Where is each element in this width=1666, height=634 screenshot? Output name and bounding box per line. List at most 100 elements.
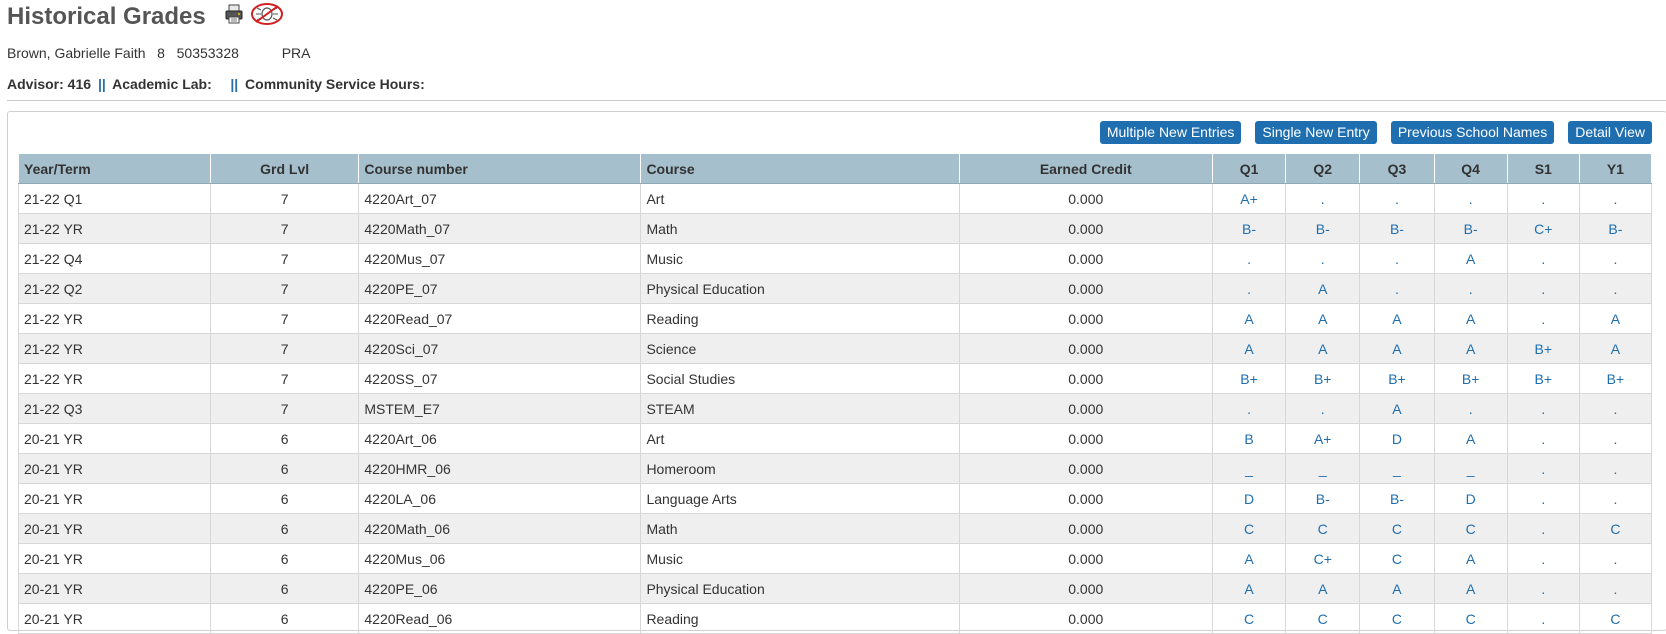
q2-grade-link[interactable]: A [1285, 333, 1361, 364]
q4-grade-link[interactable]: C [1433, 513, 1508, 544]
q2-grade-link[interactable]: . [1285, 243, 1361, 274]
q2-grade-link[interactable]: B- [1285, 213, 1361, 244]
q2-grade-link[interactable]: B- [1285, 483, 1361, 514]
y1-grade-link[interactable]: . [1578, 243, 1653, 274]
q4-grade-link[interactable]: B- [1433, 213, 1508, 244]
q1-grade-link[interactable]: B- [1211, 213, 1287, 244]
q4-grade-link[interactable]: D [1433, 483, 1508, 514]
q4-grade-link[interactable]: . [1433, 183, 1508, 214]
q3-grade-link[interactable]: C [1359, 603, 1435, 634]
single-new-entry-button[interactable]: Single New Entry [1255, 121, 1377, 144]
column-header-grade-level[interactable]: Grd Lvl [209, 153, 360, 184]
q3-grade-link[interactable]: _ [1359, 453, 1435, 484]
y1-grade-link[interactable]: . [1578, 183, 1653, 214]
q1-grade-link[interactable]: D [1211, 483, 1287, 514]
s1-grade-link[interactable]: . [1506, 243, 1580, 274]
y1-grade-link[interactable]: B- [1578, 213, 1653, 244]
q2-grade-link[interactable]: B+ [1285, 363, 1361, 394]
y1-grade-link[interactable]: . [1578, 453, 1653, 484]
y1-grade-link[interactable]: C [1578, 513, 1653, 544]
s1-grade-link[interactable]: . [1506, 423, 1580, 454]
q3-grade-link[interactable]: A [1359, 303, 1435, 334]
column-header-year-term[interactable]: Year/Term [18, 153, 211, 184]
q3-grade-link[interactable]: C [1359, 513, 1435, 544]
y1-grade-link[interactable]: . [1578, 573, 1653, 604]
q3-grade-link[interactable]: . [1359, 183, 1435, 214]
multiple-new-entries-button[interactable]: Multiple New Entries [1099, 121, 1242, 144]
column-header-course-number[interactable]: Course number [358, 153, 642, 184]
q3-grade-link[interactable]: C [1359, 543, 1435, 574]
q1-grade-link[interactable]: C [1211, 603, 1287, 634]
q1-grade-link[interactable]: _ [1211, 453, 1287, 484]
q4-grade-link[interactable]: A [1433, 543, 1508, 574]
column-header-q3[interactable]: Q3 [1359, 153, 1435, 184]
q4-grade-link[interactable]: A [1433, 423, 1508, 454]
column-header-q4[interactable]: Q4 [1433, 153, 1508, 184]
q1-grade-link[interactable]: A [1211, 573, 1287, 604]
q1-grade-link[interactable]: A [1211, 333, 1287, 364]
column-header-s1[interactable]: S1 [1506, 153, 1580, 184]
q3-grade-link[interactable]: B- [1359, 483, 1435, 514]
q3-grade-link[interactable]: B+ [1359, 363, 1435, 394]
q1-grade-link[interactable]: B [1211, 423, 1287, 454]
s1-grade-link[interactable]: B+ [1506, 333, 1580, 364]
detail-view-button[interactable]: Detail View [1568, 121, 1652, 144]
no-bug-icon[interactable] [250, 2, 284, 31]
s1-grade-link[interactable]: . [1506, 303, 1580, 334]
column-header-y1[interactable]: Y1 [1578, 153, 1653, 184]
y1-grade-link[interactable]: A [1578, 333, 1653, 364]
y1-grade-link[interactable]: . [1578, 393, 1653, 424]
s1-grade-link[interactable]: . [1506, 483, 1580, 514]
q4-grade-link[interactable]: C [1433, 603, 1508, 634]
y1-grade-link[interactable]: . [1578, 483, 1653, 514]
q4-grade-link[interactable]: A [1433, 303, 1508, 334]
q1-grade-link[interactable]: A [1211, 543, 1287, 574]
s1-grade-link[interactable]: B+ [1506, 363, 1580, 394]
previous-school-names-button[interactable]: Previous School Names [1390, 121, 1555, 144]
q3-grade-link[interactable]: A [1359, 393, 1435, 424]
y1-grade-link[interactable]: . [1578, 423, 1653, 454]
q4-grade-link[interactable]: A [1433, 573, 1508, 604]
s1-grade-link[interactable]: C+ [1506, 213, 1580, 244]
s1-grade-link[interactable]: . [1506, 513, 1580, 544]
q2-grade-link[interactable]: C+ [1285, 543, 1361, 574]
s1-grade-link[interactable]: . [1506, 393, 1580, 424]
q1-grade-link[interactable]: C [1211, 513, 1287, 544]
q2-grade-link[interactable]: . [1285, 183, 1361, 214]
s1-grade-link[interactable]: . [1506, 453, 1580, 484]
y1-grade-link[interactable]: C [1578, 603, 1653, 634]
column-header-q2[interactable]: Q2 [1285, 153, 1361, 184]
s1-grade-link[interactable]: . [1506, 183, 1580, 214]
s1-grade-link[interactable]: . [1506, 273, 1580, 304]
q4-grade-link[interactable]: B+ [1433, 363, 1508, 394]
printer-icon[interactable] [224, 3, 246, 30]
q1-grade-link[interactable]: A+ [1211, 183, 1287, 214]
q2-grade-link[interactable]: C [1285, 603, 1361, 634]
column-header-course[interactable]: Course [640, 153, 960, 184]
q4-grade-link[interactable]: A [1433, 333, 1508, 364]
q3-grade-link[interactable]: D [1359, 423, 1435, 454]
column-header-q1[interactable]: Q1 [1211, 153, 1287, 184]
q3-grade-link[interactable]: A [1359, 573, 1435, 604]
q2-grade-link[interactable]: A+ [1285, 423, 1361, 454]
q3-grade-link[interactable]: B- [1359, 213, 1435, 244]
q1-grade-link[interactable]: B+ [1211, 363, 1287, 394]
s1-grade-link[interactable]: . [1506, 543, 1580, 574]
y1-grade-link[interactable]: A [1578, 303, 1653, 334]
q1-grade-link[interactable]: . [1211, 393, 1287, 424]
y1-grade-link[interactable]: B+ [1578, 363, 1653, 394]
q1-grade-link[interactable]: . [1211, 243, 1287, 274]
q4-grade-link[interactable]: . [1433, 393, 1508, 424]
q3-grade-link[interactable]: A [1359, 333, 1435, 364]
y1-grade-link[interactable]: . [1578, 543, 1653, 574]
q1-grade-link[interactable]: . [1211, 273, 1287, 304]
q2-grade-link[interactable]: A [1285, 303, 1361, 334]
q1-grade-link[interactable]: A [1211, 303, 1287, 334]
q2-grade-link[interactable]: A [1285, 273, 1361, 304]
q2-grade-link[interactable]: _ [1285, 453, 1361, 484]
column-header-earned-credit[interactable]: Earned Credit [958, 153, 1213, 184]
q3-grade-link[interactable]: . [1359, 243, 1435, 274]
q2-grade-link[interactable]: C [1285, 513, 1361, 544]
q3-grade-link[interactable]: . [1359, 273, 1435, 304]
q4-grade-link[interactable]: . [1433, 273, 1508, 304]
